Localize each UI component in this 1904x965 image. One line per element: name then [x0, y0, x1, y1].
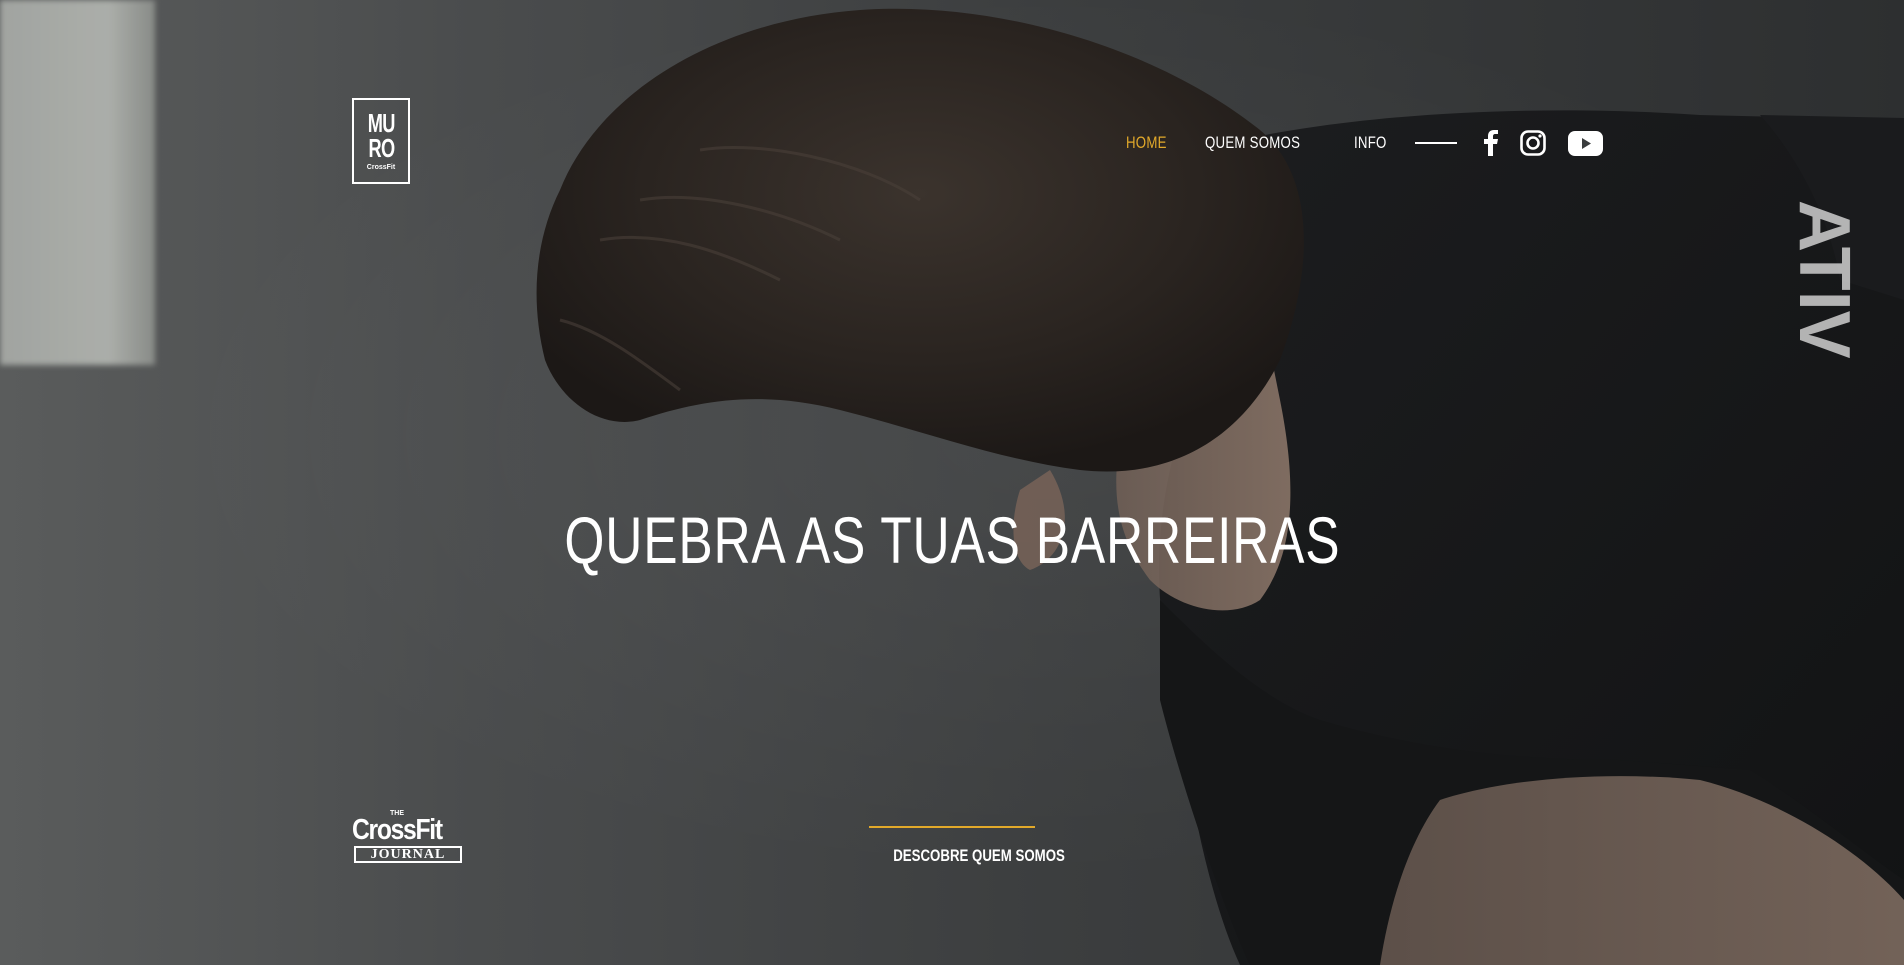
youtube-icon[interactable] — [1568, 130, 1604, 156]
nav-item-info[interactable]: INFO — [1354, 133, 1387, 153]
hero-headline-text: QUEBRA AS TUAS BARREIRAS — [564, 503, 1340, 578]
facebook-icon[interactable] — [1484, 130, 1499, 156]
cta-accent-bar — [869, 826, 1035, 828]
descobre-quem-somos-link[interactable]: DESCOBRE QUEM SOMOS — [893, 846, 1065, 866]
svg-text:ATIV: ATIV — [1784, 200, 1864, 359]
logo-text-line3: CrossFit — [366, 163, 396, 171]
nav-item-quem-somos[interactable]: QUEM SOMOS — [1205, 133, 1300, 153]
crossfit-journal-sub: JOURNAL — [354, 846, 462, 863]
social-links — [1484, 130, 1625, 156]
logo-text-line2: RO — [368, 132, 395, 163]
crossfit-journal-name: CrossFit — [352, 814, 443, 846]
crossfit-journal-logo[interactable]: THE CrossFit JOURNAL — [352, 810, 466, 866]
scroll-cta: DESCOBRE QUEM SOMOS — [869, 826, 1065, 866]
hero-headline: QUEBRA AS TUAS BARREIRAS — [0, 502, 1904, 578]
nav-item-home[interactable]: HOME — [1126, 133, 1167, 153]
main-navigation: HOME QUEM SOMOS INFO — [1126, 130, 1625, 156]
instagram-icon[interactable] — [1520, 130, 1546, 156]
muro-crossfit-logo[interactable]: MU RO CrossFit — [352, 98, 410, 184]
nav-divider — [1415, 142, 1458, 144]
